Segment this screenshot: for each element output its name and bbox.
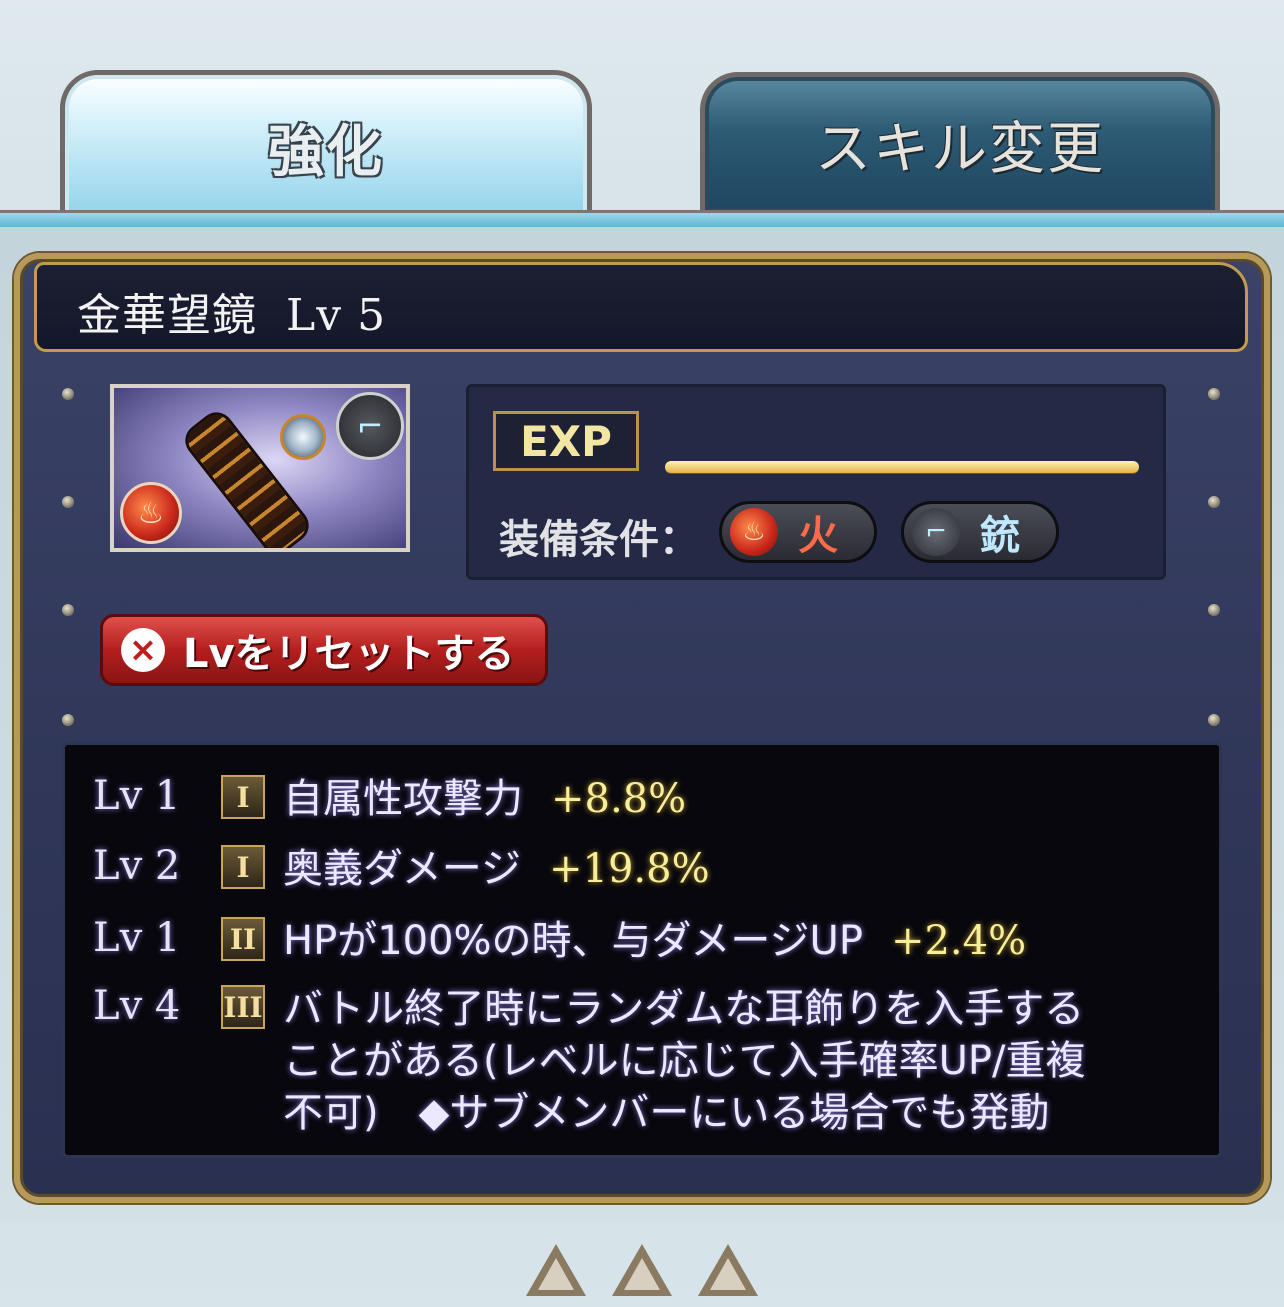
rivet <box>62 496 74 508</box>
triangle-icon <box>612 1244 672 1296</box>
element-requirement: ♨ 火 <box>719 501 877 563</box>
skill-description: 奥義ダメージ <box>283 846 521 892</box>
reset-level-button[interactable]: × Lvをリセットする <box>100 614 548 686</box>
title-bar: 金華望鏡 Lv 5 <box>34 262 1248 352</box>
exp-bar <box>665 461 1139 473</box>
skill-row: Lv 1 I 自属性攻撃力 +8.8% <box>65 773 686 825</box>
weapon-requirement: ⌐ 銃 <box>901 501 1059 563</box>
skill-rank-badge: II <box>221 917 265 961</box>
skill-level: Lv 2 <box>93 843 181 889</box>
exp-label: EXP <box>493 411 639 471</box>
item-title: 金華望鏡 Lv 5 <box>77 279 386 343</box>
tab-skill-change-label: スキル変更 <box>815 117 1105 182</box>
item-name: 金華望鏡 <box>77 290 257 341</box>
fire-icon: ♨ <box>120 482 182 544</box>
skill-row: Lv 1 II HPが100%の時、与ダメージUP +2.4% <box>65 915 1026 967</box>
tab-enhance-label: 強化 <box>268 120 384 185</box>
skill-level: Lv 4 <box>93 983 181 1029</box>
page-indicator[interactable] <box>612 1244 672 1300</box>
page-indicator[interactable] <box>526 1244 586 1300</box>
skill-rank-badge: I <box>221 845 265 889</box>
skill-description-line: ことがある(レベルに応じて入手確率UP/重複 <box>283 1038 1086 1084</box>
rivet <box>1208 604 1220 616</box>
weapon-requirement-label: 銃 <box>980 513 1020 559</box>
skill-description: HPが100%の時、与ダメージUP <box>283 918 863 964</box>
skill-value: +8.8% <box>551 776 687 822</box>
skill-level: Lv 1 <box>93 773 181 819</box>
gun-icon: ⌐ <box>336 392 404 460</box>
item-image[interactable]: ⌐ ♨ <box>110 384 410 552</box>
rivet <box>1208 496 1220 508</box>
rivet <box>62 604 74 616</box>
skill-description-line: 不可) ◆サブメンバーにいる場合でも発動 <box>283 1090 1050 1136</box>
skill-value: +2.4% <box>890 918 1027 964</box>
rivet <box>1208 388 1220 400</box>
skill-rank-badge: I <box>221 775 265 819</box>
skill-value: +19.8% <box>549 846 710 892</box>
fire-icon: ♨ <box>730 508 778 556</box>
equip-requirement-label: 装備条件： <box>499 517 699 563</box>
skill-row: Lv 4 III バトル終了時にランダムな耳飾りを入手する ことがある(レベルに… <box>65 983 1085 1139</box>
skill-row: Lv 2 I 奥義ダメージ +19.8% <box>65 843 710 895</box>
rivet <box>62 714 74 726</box>
skill-description-line: バトル終了時にランダムな耳飾りを入手する <box>283 986 1085 1032</box>
page-indicator[interactable] <box>698 1244 758 1300</box>
skill-list: Lv 1 I 自属性攻撃力 +8.8% Lv 2 I 奥義ダメージ +19.8%… <box>62 742 1222 1158</box>
close-icon: × <box>121 628 165 672</box>
reset-level-label: Lvをリセットする <box>183 631 515 677</box>
skill-rank-badge: III <box>221 985 265 1029</box>
tab-skill-change[interactable]: スキル変更 <box>700 72 1220 212</box>
tab-enhance[interactable]: 強化 <box>60 70 592 220</box>
element-requirement-label: 火 <box>798 513 838 559</box>
triangle-icon <box>698 1244 758 1296</box>
skill-level: Lv 1 <box>93 915 181 961</box>
rivet <box>62 388 74 400</box>
exp-panel: EXP 装備条件： ♨ 火 ⌐ 銃 <box>466 384 1166 580</box>
skill-description: バトル終了時にランダムな耳飾りを入手する ことがある(レベルに応じて入手確率UP… <box>283 983 1085 1139</box>
gun-icon: ⌐ <box>912 508 960 556</box>
skill-description: 自属性攻撃力 <box>283 776 523 822</box>
rivet <box>1208 714 1220 726</box>
telescope-lens <box>280 414 326 460</box>
tab-underline <box>0 210 1284 227</box>
item-level: Lv 5 <box>286 290 387 341</box>
triangle-icon <box>526 1244 586 1296</box>
